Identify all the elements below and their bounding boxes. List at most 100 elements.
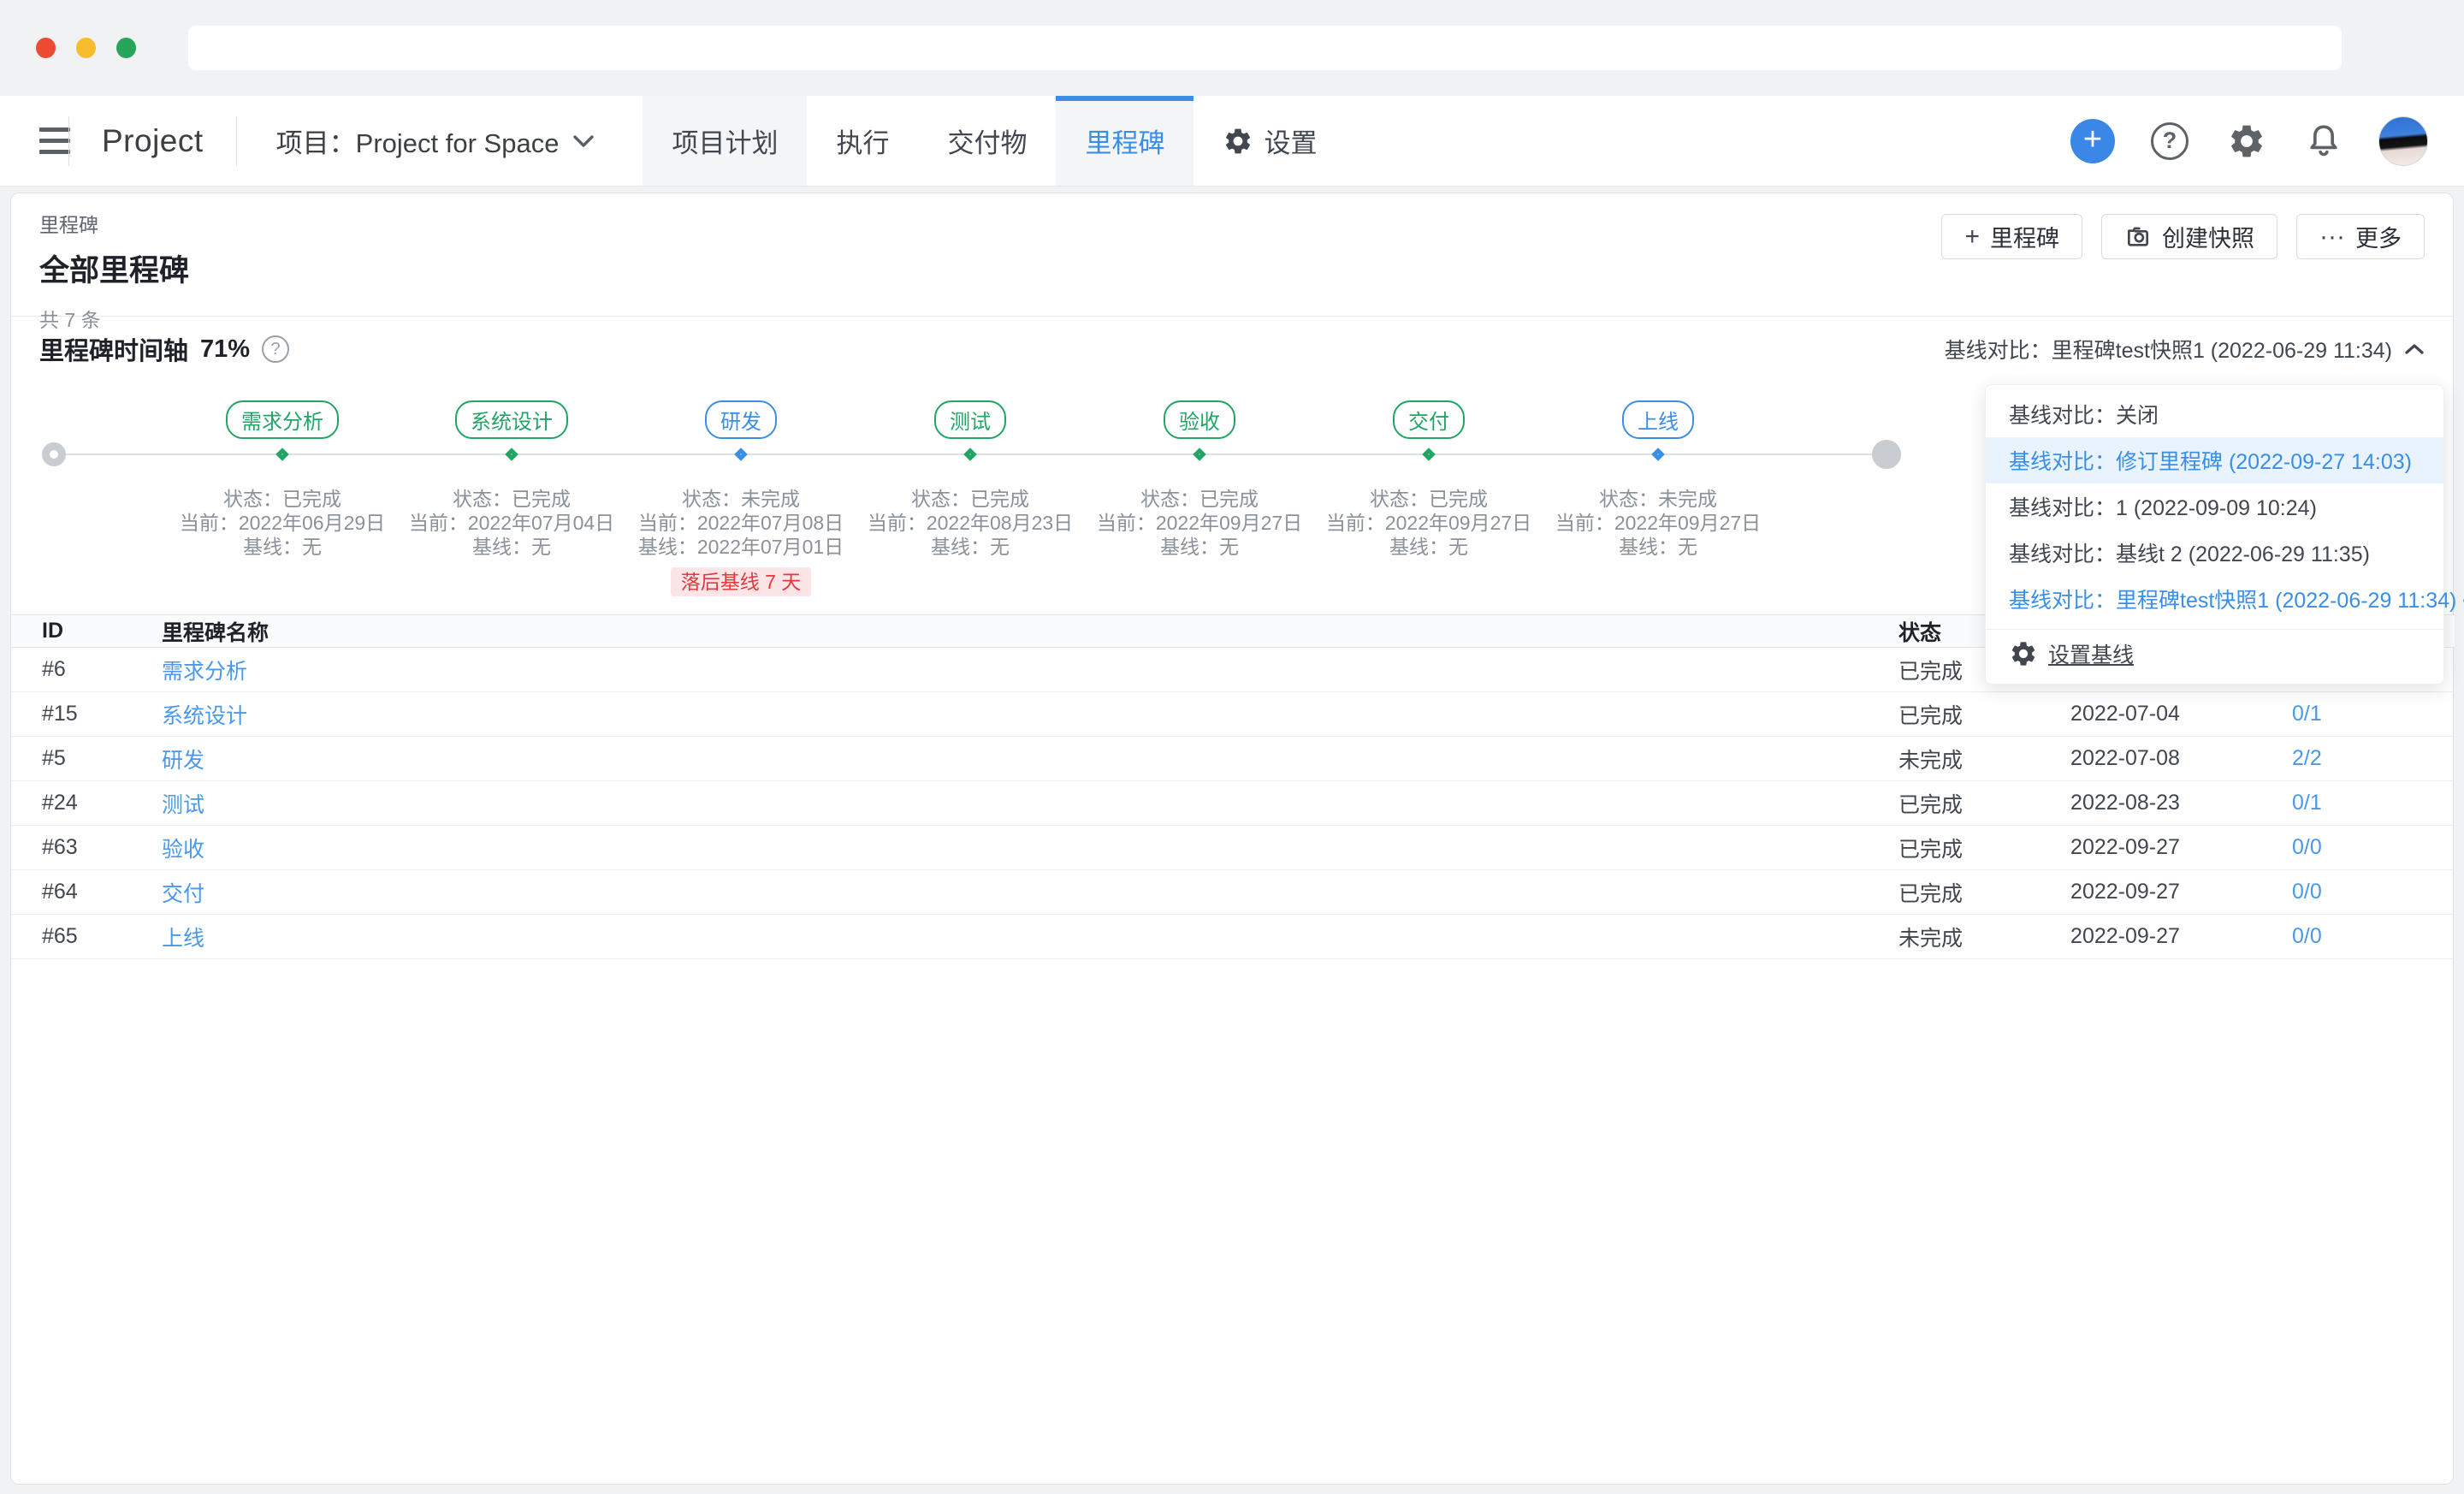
- milestone-node-group: 测试 状态：已完成 当前：2022年08月23日 基线：无: [856, 382, 1085, 559]
- tab-execution[interactable]: 执行: [807, 96, 918, 186]
- milestone-diamond-icon[interactable]: [734, 448, 748, 461]
- milestone-id: #65: [11, 915, 131, 959]
- milestone-baseline: 基线：无: [168, 535, 397, 559]
- settings-button[interactable]: [2224, 119, 2269, 163]
- milestone-count-link[interactable]: 2/2: [2292, 746, 2322, 770]
- table-row: #63 验收 已完成 2022-09-27 0/0: [11, 826, 2455, 870]
- milestone-diamond-icon[interactable]: [505, 448, 518, 461]
- dropdown-item-baseline-off[interactable]: 基线对比：关闭: [1986, 391, 2443, 437]
- create-snapshot-button[interactable]: 创建快照: [2101, 214, 2277, 259]
- milestone-baseline: 基线：无: [397, 535, 626, 559]
- milestone-name-link[interactable]: 需求分析: [162, 660, 247, 684]
- notifications-button[interactable]: [2301, 119, 2346, 163]
- milestone-diamond-icon[interactable]: [1193, 448, 1206, 461]
- column-header-id[interactable]: ID: [11, 615, 131, 648]
- help-icon[interactable]: ?: [262, 335, 289, 363]
- more-button[interactable]: ··· 更多: [2296, 214, 2425, 259]
- milestone-pill[interactable]: 研发: [705, 400, 777, 439]
- ellipsis-icon: ···: [2319, 224, 2345, 250]
- milestone-pill[interactable]: 系统设计: [455, 400, 568, 439]
- window-controls: [36, 38, 136, 58]
- milestone-count-link[interactable]: 0/1: [2292, 702, 2322, 726]
- tab-project-plan[interactable]: 项目计划: [643, 96, 807, 186]
- milestone-diamond-icon[interactable]: [1651, 448, 1665, 461]
- create-new-button[interactable]: +: [2070, 119, 2115, 163]
- maximize-window-button[interactable]: [116, 38, 136, 58]
- timeline-titlebar: 里程碑时间轴 71% ? 基线对比：里程碑test快照1 (2022-06-29…: [11, 317, 2453, 382]
- hamburger-menu-icon[interactable]: [0, 96, 68, 186]
- milestone-node-group: 上线 状态：未完成 当前：2022年09月27日 基线：无: [1543, 382, 1773, 559]
- dropdown-item-baseline-1[interactable]: 基线对比：1 (2022-09-09 10:24): [1986, 483, 2443, 530]
- question-icon: ?: [2151, 122, 2189, 160]
- table-row: #64 交付 已完成 2022-09-27 0/0: [11, 870, 2455, 915]
- behind-baseline-badge: 落后基线 7 天: [671, 567, 812, 596]
- milestone-status: 未完成: [1857, 737, 2010, 781]
- milestone-pill[interactable]: 需求分析: [226, 400, 339, 439]
- project-selector[interactable]: 项目：Project for Space: [237, 96, 631, 186]
- milestone-status: 状态：已完成: [1085, 487, 1314, 511]
- column-header-name[interactable]: 里程碑名称: [131, 615, 1857, 648]
- chevron-up-icon: [2404, 342, 2425, 356]
- baseline-compare-dropdown-trigger[interactable]: 基线对比：里程碑test快照1 (2022-06-29 11:34): [1945, 334, 2425, 365]
- dropdown-item-baseline-t2[interactable]: 基线对比：基线t 2 (2022-06-29 11:35): [1986, 530, 2443, 576]
- set-baseline-link[interactable]: 设置基线: [1986, 630, 2443, 678]
- user-avatar[interactable]: [2378, 116, 2428, 166]
- milestone-pill[interactable]: 验收: [1164, 400, 1235, 439]
- add-milestone-button[interactable]: + 里程碑: [1941, 214, 2082, 259]
- milestone-name-link[interactable]: 交付: [162, 882, 204, 906]
- tab-settings[interactable]: 设置: [1194, 96, 1346, 186]
- gear-icon: [2227, 122, 2266, 161]
- camera-icon: [2124, 223, 2152, 251]
- chevron-down-icon: [572, 133, 595, 149]
- milestone-diamond-icon[interactable]: [275, 448, 289, 461]
- timeline-start-dot: [42, 442, 66, 466]
- milestone-status: 状态：未完成: [626, 487, 856, 511]
- timeline-title: 里程碑时间轴: [39, 331, 188, 367]
- milestone-status: 状态：未完成: [1543, 487, 1773, 511]
- check-icon: ✓: [2460, 586, 2464, 612]
- milestone-baseline: 基线：无: [1085, 535, 1314, 559]
- address-bar-input[interactable]: [188, 26, 2342, 70]
- milestone-name-link[interactable]: 系统设计: [162, 704, 247, 728]
- table-row: #5 研发 未完成 2022-07-08 2/2: [11, 737, 2455, 781]
- milestone-name-link[interactable]: 上线: [162, 927, 204, 951]
- milestone-pill[interactable]: 交付: [1393, 400, 1465, 439]
- milestone-status: 状态：已完成: [856, 487, 1085, 511]
- milestone-status: 已完成: [1857, 692, 2010, 737]
- browser-titlebar: [0, 0, 2464, 96]
- timeline-percent: 71%: [200, 335, 250, 364]
- milestone-current-date: 当前：2022年07月04日: [397, 511, 626, 535]
- milestone-name-link[interactable]: 测试: [162, 793, 204, 817]
- milestone-id: #64: [11, 870, 131, 915]
- milestone-count-link[interactable]: 0/0: [2292, 880, 2322, 904]
- dropdown-item-baseline-revision[interactable]: 基线对比：修订里程碑 (2022-09-27 14:03): [1986, 437, 2443, 483]
- milestone-id: #15: [11, 692, 131, 737]
- app-logo: Project: [69, 96, 236, 186]
- milestone-baseline: 基线：无: [856, 535, 1085, 559]
- top-navbar: Project 项目：Project for Space 项目计划 执行 交付物…: [0, 96, 2464, 187]
- milestone-pill[interactable]: 上线: [1622, 400, 1694, 439]
- milestone-status: 状态：已完成: [168, 487, 397, 511]
- milestone-name-link[interactable]: 验收: [162, 838, 204, 862]
- tab-deliverables[interactable]: 交付物: [918, 96, 1056, 186]
- help-button[interactable]: ?: [2147, 119, 2192, 163]
- milestone-current-date: 当前：2022年06月29日: [168, 511, 397, 535]
- milestone-current-date: 当前：2022年08月23日: [856, 511, 1085, 535]
- milestone-name-link[interactable]: 研发: [162, 749, 204, 773]
- close-window-button[interactable]: [36, 38, 56, 58]
- milestone-baseline: 基线：无: [1543, 535, 1773, 559]
- dropdown-item-baseline-test-snapshot[interactable]: 基线对比：里程碑test快照1 (2022-06-29 11:34) ✓: [1986, 576, 2443, 622]
- milestone-date: 2022-07-08: [2010, 737, 2241, 781]
- minimize-window-button[interactable]: [76, 38, 96, 58]
- table-row: #24 测试 已完成 2022-08-23 0/1: [11, 781, 2455, 826]
- milestone-diamond-icon[interactable]: [963, 448, 977, 461]
- milestone-diamond-icon[interactable]: [1422, 448, 1436, 461]
- milestone-date: 2022-08-23: [2010, 781, 2241, 826]
- milestone-pill[interactable]: 测试: [934, 400, 1006, 439]
- milestone-status: 已完成: [1857, 826, 2010, 870]
- tab-milestones[interactable]: 里程碑: [1056, 96, 1194, 186]
- milestone-count-link[interactable]: 0/0: [2292, 924, 2322, 948]
- milestone-count-link[interactable]: 0/0: [2292, 835, 2322, 859]
- milestone-current-date: 当前：2022年09月27日: [1543, 511, 1773, 535]
- milestone-count-link[interactable]: 0/1: [2292, 791, 2322, 815]
